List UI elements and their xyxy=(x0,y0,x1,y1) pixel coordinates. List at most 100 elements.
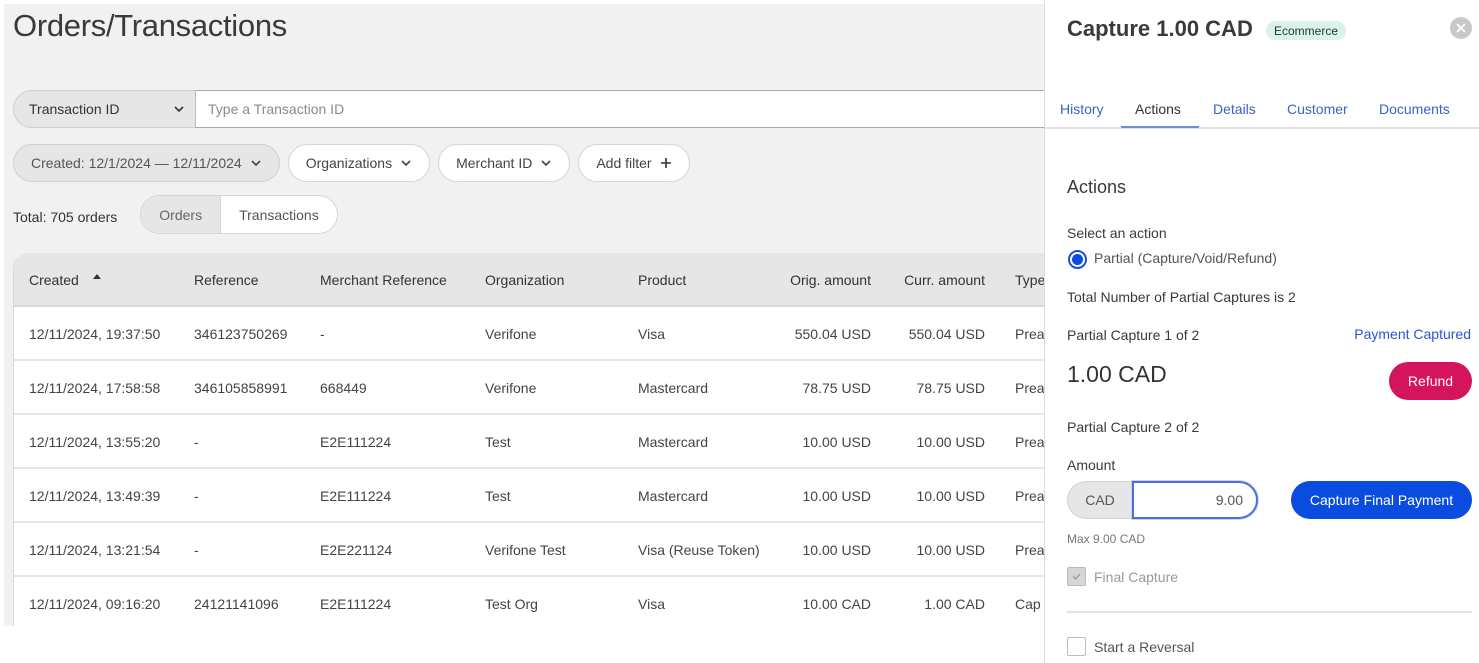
refund-button[interactable]: Refund xyxy=(1389,362,1472,400)
merchant-id-filter[interactable]: Merchant ID xyxy=(438,144,571,182)
chevron-down-icon xyxy=(400,157,412,169)
close-panel-button[interactable] xyxy=(1450,17,1472,39)
start-reversal-label[interactable]: Start a Reversal xyxy=(1094,639,1194,655)
cell-type: Prea xyxy=(1015,434,1044,450)
column-header-orig-amount[interactable]: Orig. amount xyxy=(774,253,871,307)
created-date-filter-label: Created: 12/1/2024 — 12/11/2024 xyxy=(31,155,242,171)
cell-curr-amount: 1.00 CAD xyxy=(924,596,985,612)
cell-reference: 346123750269 xyxy=(194,326,288,342)
column-header-type[interactable]: Type xyxy=(1015,253,1044,307)
partial-capture-1-amount: 1.00 CAD xyxy=(1067,361,1167,387)
amount-label: Amount xyxy=(1067,457,1116,473)
cell-created: 12/11/2024, 19:37:50 xyxy=(29,326,161,342)
orders-table: Created Reference Merchant Reference Org… xyxy=(13,253,1044,626)
column-header-merchant-reference[interactable]: Merchant Reference xyxy=(320,253,470,307)
radio-selected-dot xyxy=(1072,254,1083,265)
tab-actions[interactable]: Actions xyxy=(1135,88,1181,129)
cell-type: Prea xyxy=(1015,542,1044,558)
capture-final-payment-button[interactable]: Capture Final Payment xyxy=(1291,481,1472,519)
column-header-organization[interactable]: Organization xyxy=(485,253,625,307)
cell-product: Visa xyxy=(638,326,665,342)
cell-orig-amount: 10.00 CAD xyxy=(802,596,871,612)
transaction-id-search-input[interactable] xyxy=(195,90,1044,128)
filter-bar: Created: 12/1/2024 — 12/11/2024 Organiza… xyxy=(13,144,690,182)
cell-type: Prea xyxy=(1015,380,1044,396)
cell-merchant-reference: 668449 xyxy=(320,380,367,396)
table-row[interactable]: 12/11/2024, 19:37:50 346123750269 - Verifon… xyxy=(14,307,1044,361)
organizations-filter[interactable]: Organizations xyxy=(287,144,431,182)
results-summary: Total: 705 orders Orders Transactions xyxy=(13,195,338,234)
cell-curr-amount: 550.04 USD xyxy=(908,326,985,342)
final-capture-checkbox[interactable] xyxy=(1067,567,1086,586)
cell-created: 12/11/2024, 17:58:58 xyxy=(29,380,161,396)
cell-type: Cap xyxy=(1015,596,1041,612)
partial-capture-1-label: Partial Capture 1 of 2 xyxy=(1067,327,1200,343)
add-filter-button[interactable]: Add filter xyxy=(578,144,690,182)
view-toggle-transactions[interactable]: Transactions xyxy=(221,196,337,233)
capture-amount-input[interactable] xyxy=(1132,481,1258,519)
cell-product: Visa xyxy=(638,596,665,612)
start-reversal-checkbox[interactable] xyxy=(1067,637,1086,656)
cell-merchant-reference: E2E111224 xyxy=(320,596,392,612)
cell-product: Mastercard xyxy=(638,488,709,504)
sort-ascending-icon xyxy=(92,273,101,279)
column-header-curr-amount[interactable]: Curr. amount xyxy=(880,253,985,307)
currency-addon: CAD xyxy=(1067,481,1132,519)
partial-action-radio-label[interactable]: Partial (Capture/Void/Refund) xyxy=(1094,250,1277,266)
merchant-id-filter-label: Merchant ID xyxy=(456,155,533,171)
tab-customer[interactable]: Customer xyxy=(1287,88,1348,129)
panel-tabs: History Actions Details Customer Documen… xyxy=(1045,88,1479,129)
page-title: Orders/Transactions xyxy=(13,8,287,43)
table-row[interactable]: 12/11/2024, 09:16:20 24121141096 E2E111224… xyxy=(14,577,1044,626)
cell-curr-amount: 10.00 USD xyxy=(916,488,985,504)
cell-product: Mastercard xyxy=(638,380,709,396)
partial-action-radio[interactable] xyxy=(1068,250,1087,269)
tab-details[interactable]: Details xyxy=(1213,88,1256,129)
search-bar: Transaction ID xyxy=(13,90,1044,128)
cell-reference: - xyxy=(194,542,199,558)
max-amount-hint: Max 9.00 CAD xyxy=(1067,532,1146,546)
channel-badge: Ecommerce xyxy=(1266,21,1347,40)
payment-captured-status: Payment Captured xyxy=(1354,326,1471,342)
search-field-selector[interactable]: Transaction ID xyxy=(13,90,195,128)
select-action-label: Select an action xyxy=(1067,225,1167,241)
checkmark-icon xyxy=(1072,573,1081,580)
cell-orig-amount: 78.75 USD xyxy=(802,380,871,396)
table-header: Created Reference Merchant Reference Org… xyxy=(14,253,1044,307)
cell-reference: - xyxy=(194,434,199,450)
cell-curr-amount: 10.00 USD xyxy=(916,434,985,450)
cell-reference: - xyxy=(194,488,199,504)
table-row[interactable]: 12/11/2024, 13:21:54 - E2E221124 Verifone T… xyxy=(14,523,1044,577)
table-row[interactable]: 12/11/2024, 13:49:39 - E2E111224 Test Master… xyxy=(14,469,1044,523)
total-orders-count: Total: 705 orders xyxy=(13,208,118,225)
view-toggle-orders[interactable]: Orders xyxy=(141,196,222,233)
cell-orig-amount: 10.00 USD xyxy=(802,542,871,558)
cell-merchant-reference: E2E111224 xyxy=(320,488,392,504)
tab-history[interactable]: History xyxy=(1060,88,1104,129)
cell-organization: Verifone Test xyxy=(485,542,566,558)
table-body: 12/11/2024, 19:37:50 346123750269 - Verifon… xyxy=(14,307,1044,626)
amount-field-group: CAD xyxy=(1067,481,1258,519)
cell-product: Mastercard xyxy=(638,434,709,450)
column-header-created[interactable]: Created xyxy=(29,253,189,307)
column-header-product[interactable]: Product xyxy=(638,253,773,307)
table-row[interactable]: 12/11/2024, 13:55:20 - E2E111224 Test Master… xyxy=(14,415,1044,469)
view-toggle: Orders Transactions xyxy=(140,195,338,234)
cell-organization: Test Org xyxy=(485,596,538,612)
cell-orig-amount: 10.00 USD xyxy=(802,488,871,504)
cell-reference: 24121141096 xyxy=(194,596,279,612)
add-filter-label: Add filter xyxy=(596,155,652,171)
cell-curr-amount: 78.75 USD xyxy=(916,380,985,396)
cell-type: Prea xyxy=(1015,326,1044,342)
created-date-filter[interactable]: Created: 12/1/2024 — 12/11/2024 xyxy=(13,144,280,182)
section-divider xyxy=(1067,611,1472,613)
active-tab-indicator xyxy=(1121,126,1199,128)
organizations-filter-label: Organizations xyxy=(305,155,393,171)
column-header-reference[interactable]: Reference xyxy=(194,253,314,307)
tab-documents[interactable]: Documents xyxy=(1379,88,1450,129)
table-row[interactable]: 12/11/2024, 17:58:58 346105858991 668449 Ve… xyxy=(14,361,1044,415)
cell-merchant-reference: E2E221124 xyxy=(320,542,393,558)
cell-reference: 346105858991 xyxy=(194,380,288,396)
cell-organization: Test xyxy=(485,434,511,450)
cell-created: 12/11/2024, 09:16:20 xyxy=(29,596,161,612)
